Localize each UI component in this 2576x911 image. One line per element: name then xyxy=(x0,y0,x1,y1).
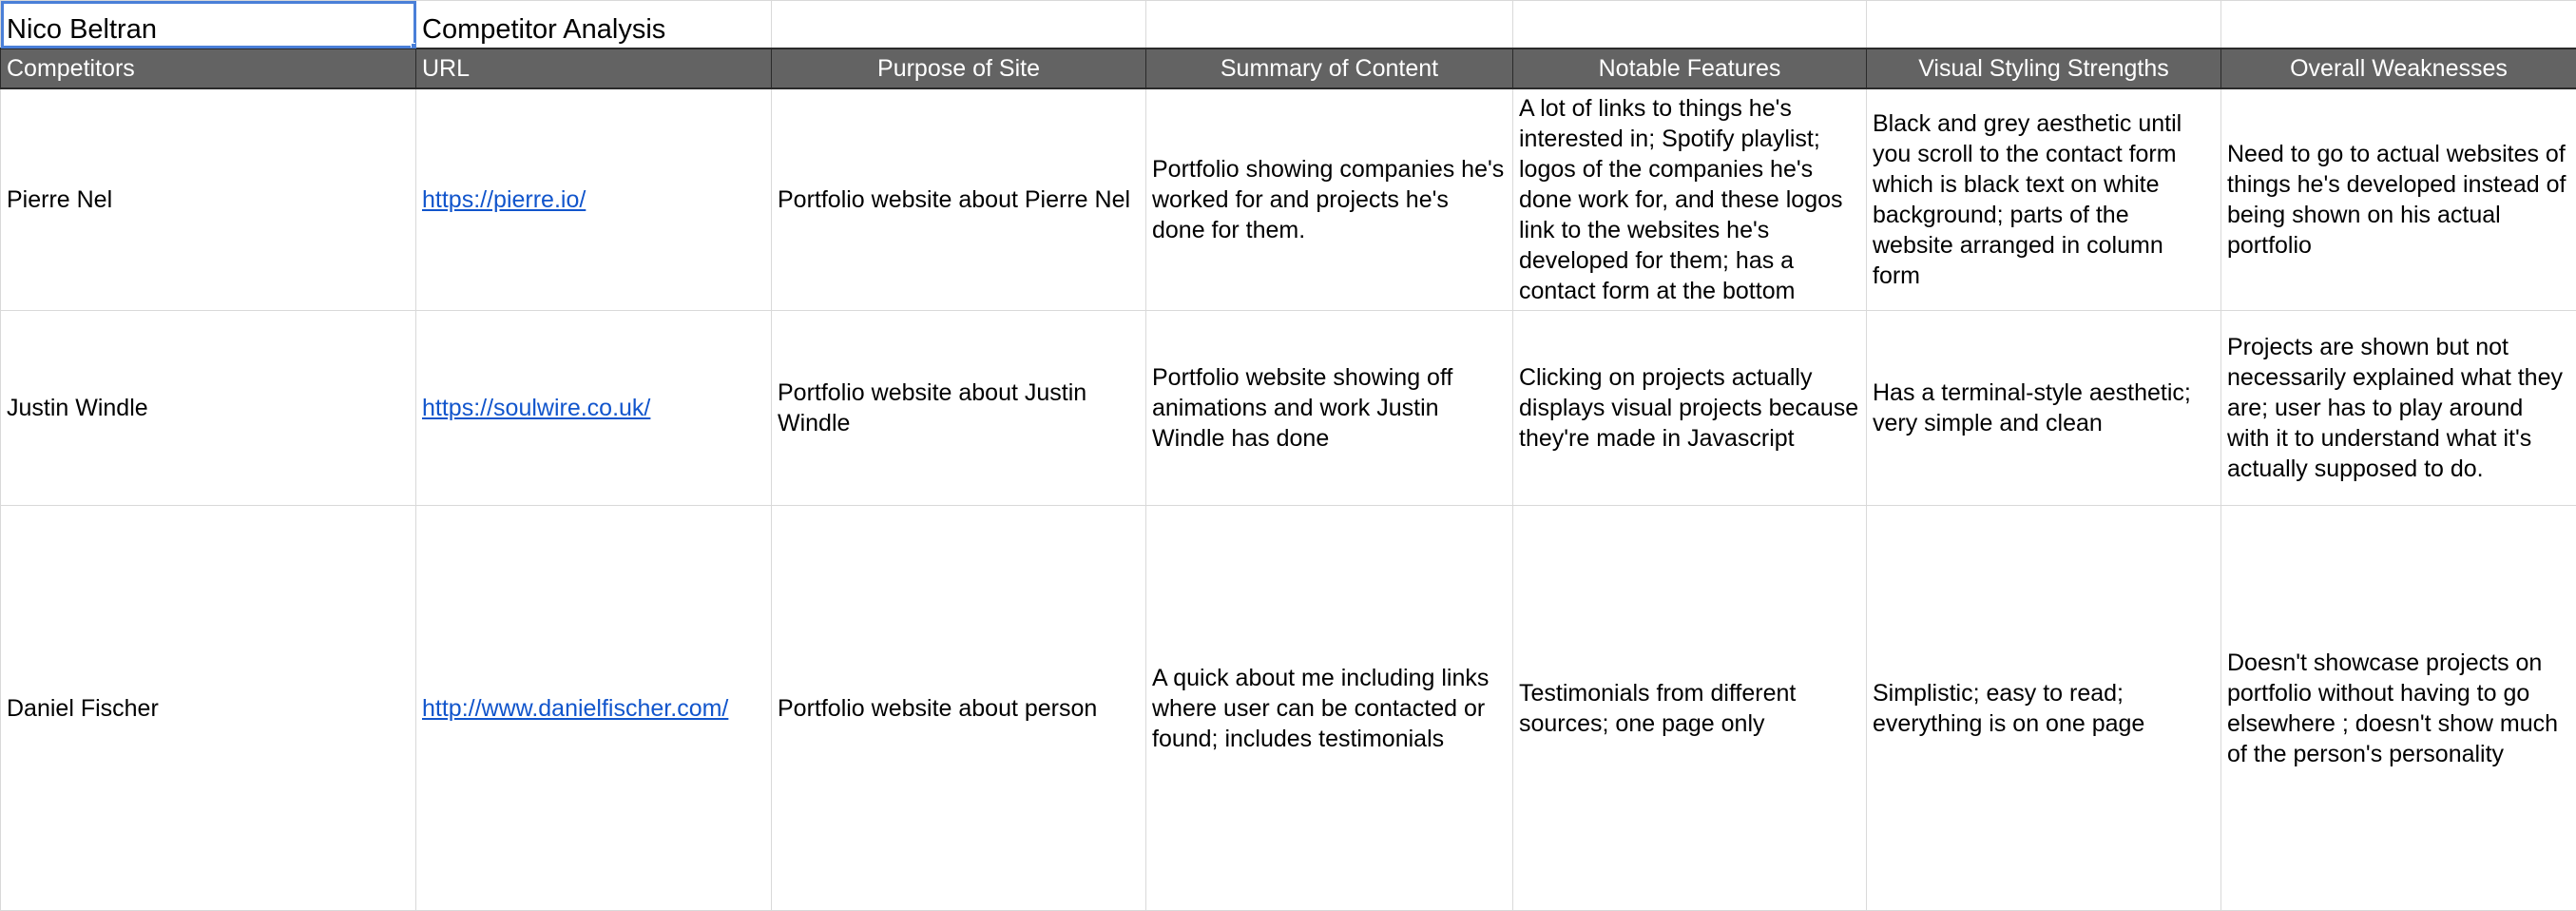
empty-cell[interactable] xyxy=(1513,1,1867,49)
header-summary[interactable]: Summary of Content xyxy=(1146,48,1513,88)
url-cell[interactable]: https://pierre.io/ xyxy=(416,88,772,311)
header-row: Competitors URL Purpose of Site Summary … xyxy=(1,48,2576,88)
empty-cell[interactable] xyxy=(1146,1,1513,49)
header-weaknesses[interactable]: Overall Weaknesses xyxy=(2221,48,2576,88)
header-purpose[interactable]: Purpose of Site xyxy=(772,48,1146,88)
spreadsheet-grid: Nico Beltran Competitor Analysis Competi… xyxy=(0,0,2576,911)
purpose-cell[interactable]: Portfolio website about person xyxy=(772,506,1146,911)
styling-cell[interactable]: Has a terminal-style aesthetic; very sim… xyxy=(1867,311,2221,506)
features-cell[interactable]: Clicking on projects actually displays v… xyxy=(1513,311,1867,506)
header-features[interactable]: Notable Features xyxy=(1513,48,1867,88)
table-row: Justin Windle https://soulwire.co.uk/ Po… xyxy=(1,311,2576,506)
styling-cell[interactable]: Black and grey aesthetic until you scrol… xyxy=(1867,88,2221,311)
sheet-title-cell[interactable]: Competitor Analysis xyxy=(416,1,772,49)
header-styling[interactable]: Visual Styling Strengths xyxy=(1867,48,2221,88)
features-cell[interactable]: A lot of links to things he's interested… xyxy=(1513,88,1867,311)
weaknesses-cell[interactable]: Doesn't showcase projects on portfolio w… xyxy=(2221,506,2576,911)
summary-cell[interactable]: Portfolio website showing off animations… xyxy=(1146,311,1513,506)
url-cell[interactable]: http://www.danielfischer.com/ xyxy=(416,506,772,911)
styling-cell[interactable]: Simplistic; easy to read; everything is … xyxy=(1867,506,2221,911)
competitor-cell[interactable]: Justin Windle xyxy=(1,311,416,506)
url-link[interactable]: http://www.danielfischer.com/ xyxy=(422,695,728,722)
url-link[interactable]: https://soulwire.co.uk/ xyxy=(422,395,650,421)
table-row: Pierre Nel https://pierre.io/ Portfolio … xyxy=(1,88,2576,311)
purpose-cell[interactable]: Portfolio website about Pierre Nel xyxy=(772,88,1146,311)
weaknesses-cell[interactable]: Need to go to actual websites of things … xyxy=(2221,88,2576,311)
name-cell[interactable]: Nico Beltran xyxy=(1,1,416,49)
summary-cell[interactable]: A quick about me including links where u… xyxy=(1146,506,1513,911)
url-cell[interactable]: https://soulwire.co.uk/ xyxy=(416,311,772,506)
empty-cell[interactable] xyxy=(1867,1,2221,49)
table-row: Daniel Fischer http://www.danielfischer.… xyxy=(1,506,2576,911)
features-cell[interactable]: Testimonials from different sources; one… xyxy=(1513,506,1867,911)
empty-cell[interactable] xyxy=(772,1,1146,49)
title-row: Nico Beltran Competitor Analysis xyxy=(1,1,2576,49)
competitor-cell[interactable]: Daniel Fischer xyxy=(1,506,416,911)
header-competitors[interactable]: Competitors xyxy=(1,48,416,88)
purpose-cell[interactable]: Portfolio website about Justin Windle xyxy=(772,311,1146,506)
weaknesses-cell[interactable]: Projects are shown but not necessarily e… xyxy=(2221,311,2576,506)
url-link[interactable]: https://pierre.io/ xyxy=(422,186,586,213)
empty-cell[interactable] xyxy=(2221,1,2576,49)
summary-cell[interactable]: Portfolio showing companies he's worked … xyxy=(1146,88,1513,311)
header-url[interactable]: URL xyxy=(416,48,772,88)
competitor-cell[interactable]: Pierre Nel xyxy=(1,88,416,311)
